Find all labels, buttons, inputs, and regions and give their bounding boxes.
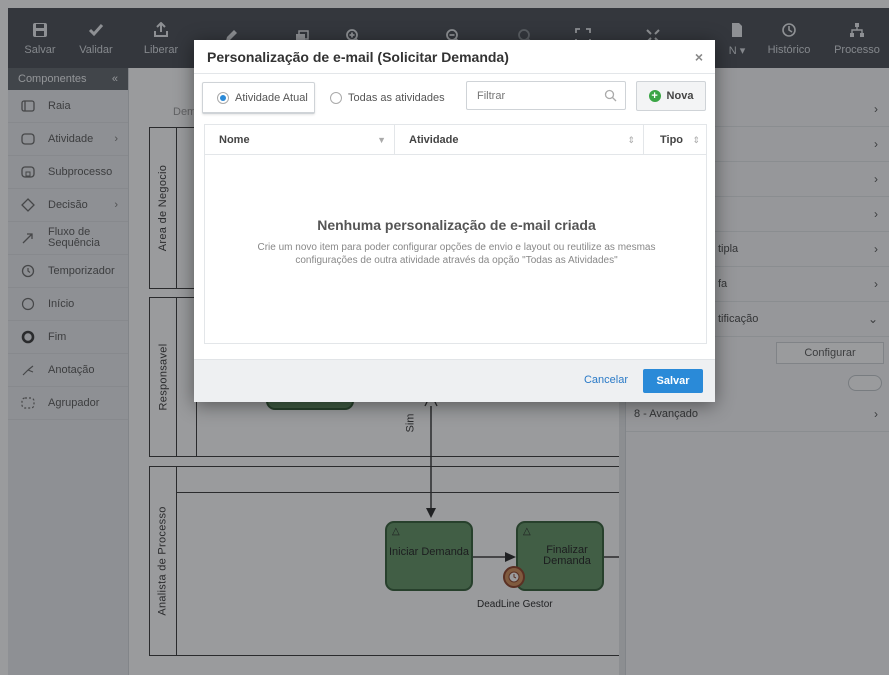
cancel-button[interactable]: Cancelar (584, 374, 628, 386)
new-button[interactable]: + Nova (636, 81, 706, 111)
sort-icon: ⇕ (627, 134, 635, 145)
plus-circle-icon: + (648, 90, 661, 102)
email-customization-dialog: Personalização de e-mail (Solicitar Dema… (194, 40, 715, 402)
new-button-label: Nova (666, 90, 694, 102)
filter-field[interactable] (466, 81, 626, 110)
empty-state-title: Nenhuma personalização de e-mail criada (317, 217, 596, 233)
tab-label: Atividade Atual (235, 91, 308, 104)
close-icon[interactable]: × (695, 49, 703, 65)
sort-desc-icon: ▼ (377, 135, 386, 145)
column-header-activity[interactable]: Atividade ⇕ (395, 125, 644, 155)
dialog-footer: Cancelar Salvar (194, 359, 715, 402)
empty-state-description: Crie um novo item para poder configurar … (257, 242, 656, 266)
table-header: Nome ▼ Atividade ⇕ Tipo ⇕ (205, 125, 706, 155)
tab-label: Todas as atividades (348, 92, 445, 104)
filter-input[interactable] (467, 82, 597, 109)
dialog-tabs-bar: Atividade Atual Todas as atividades + No… (194, 74, 715, 118)
tab-all-activities[interactable]: Todas as atividades (316, 82, 456, 114)
tab-current-activity[interactable]: Atividade Atual (202, 82, 315, 114)
search-icon (604, 89, 617, 105)
sort-icon: ⇕ (692, 134, 700, 145)
radio-selected-icon (217, 91, 229, 104)
radio-unselected-icon (330, 92, 342, 104)
column-header-type[interactable]: Tipo ⇕ (644, 125, 708, 155)
column-header-name[interactable]: Nome ▼ (205, 125, 395, 155)
customization-table: Nome ▼ Atividade ⇕ Tipo ⇕ Nenhuma person… (204, 124, 707, 344)
dialog-header: Personalização de e-mail (Solicitar Dema… (194, 40, 715, 74)
save-button[interactable]: Salvar (643, 369, 703, 393)
dialog-title: Personalização de e-mail (Solicitar Dema… (207, 48, 509, 65)
